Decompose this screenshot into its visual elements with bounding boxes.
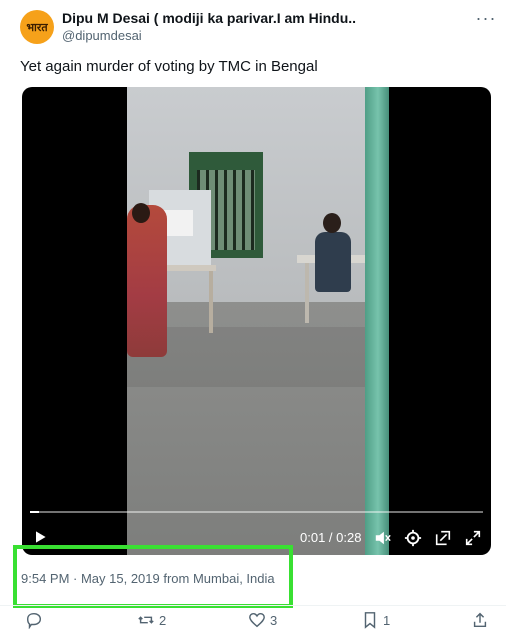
reply-button[interactable] bbox=[25, 610, 47, 630]
reply-icon bbox=[26, 612, 42, 629]
divider bbox=[0, 605, 506, 606]
highlight-box bbox=[13, 545, 293, 608]
retweet-button[interactable]: 2 bbox=[137, 610, 166, 630]
display-name[interactable]: Dipu M Desai ( modiji ka parivar.I am Hi… bbox=[62, 10, 356, 26]
person-woman-head bbox=[132, 203, 150, 223]
settings-icon[interactable] bbox=[402, 527, 424, 549]
avatar[interactable]: भारत bbox=[20, 10, 54, 44]
person-officer-head bbox=[323, 213, 341, 233]
door-edge bbox=[365, 87, 389, 555]
retweet-icon bbox=[138, 616, 154, 624]
heart-icon bbox=[249, 612, 265, 628]
officer-desk-leg bbox=[305, 263, 309, 323]
share-button[interactable] bbox=[471, 610, 489, 630]
video-progress-bar[interactable] bbox=[30, 511, 483, 513]
pip-icon[interactable] bbox=[432, 527, 454, 549]
video-frame bbox=[127, 87, 389, 555]
more-horizontal-icon[interactable]: ··· bbox=[474, 8, 498, 28]
mute-icon[interactable] bbox=[372, 527, 394, 549]
tweet-text: Yet again murder of voting by TMC in Ben… bbox=[20, 58, 318, 75]
fullscreen-icon[interactable] bbox=[462, 527, 484, 549]
person-officer bbox=[315, 232, 351, 292]
user-handle[interactable]: @dipumdesai bbox=[62, 28, 142, 43]
like-count: 3 bbox=[270, 612, 278, 628]
video-progress-fill bbox=[30, 511, 40, 513]
retweet-count: 2 bbox=[159, 612, 167, 628]
bookmark-count: 1 bbox=[383, 612, 391, 628]
like-button[interactable]: 3 bbox=[248, 610, 277, 630]
share-icon bbox=[473, 612, 487, 628]
bookmark-button[interactable]: 1 bbox=[361, 610, 390, 630]
video-player[interactable]: 0:01 / 0:28 bbox=[22, 87, 491, 555]
booth-table-leg bbox=[209, 271, 213, 333]
video-time: 0:01 / 0:28 bbox=[300, 530, 362, 545]
bookmark-icon bbox=[364, 612, 376, 629]
person-woman bbox=[127, 205, 167, 357]
